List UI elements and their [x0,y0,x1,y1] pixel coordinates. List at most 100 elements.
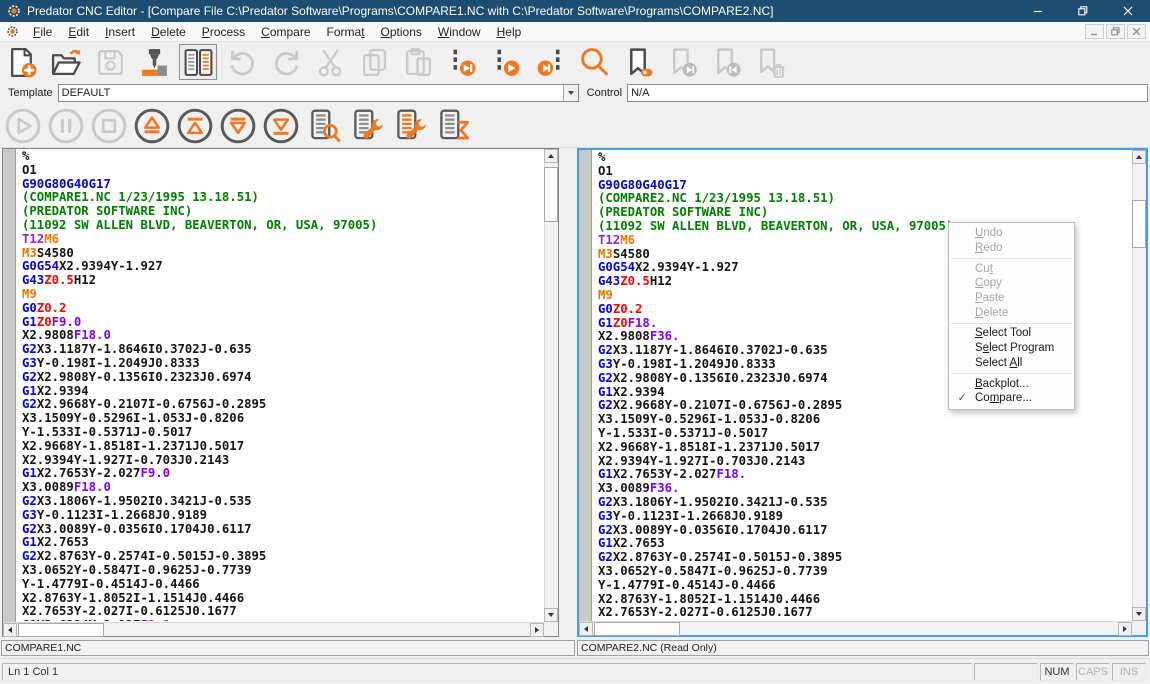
context-menu-item-select-program[interactable]: Select Program [949,341,1074,356]
menu-bar: FileEditInsertDeleteProcessCompareFormat… [0,22,1150,42]
scroll-right-button[interactable] [1118,622,1132,636]
context-menu-item-undo: Undo [949,226,1074,241]
first-difference-button[interactable] [132,106,172,146]
scrollbar-corner [544,622,558,636]
left-editor-pane[interactable]: %O1G90G80G40G17(COMPARE1.NC 1/23/1995 13… [2,148,559,637]
compare-statistics-button[interactable] [433,106,473,146]
context-menu-item-select-all[interactable]: Select All [949,356,1074,371]
find-difference-list-button[interactable] [304,106,344,146]
code-line: X2.9668Y-1.8518I-1.2371J0.5017 [22,440,543,454]
context-menu-item-select-tool[interactable]: Select Tool [949,326,1074,341]
code-line: X2.9394Y-1.927I-0.703J0.2143 [22,454,543,468]
code-line: G1X2.7653 [22,536,543,550]
menu-compare[interactable]: Compare [253,23,318,41]
right-vertical-scrollbar[interactable] [1132,150,1146,621]
mdi-restore-button[interactable] [1106,24,1125,39]
code-line: O1 [22,164,543,178]
code-line: G2X3.1187Y-1.8646I0.3702J-0.635 [22,343,543,357]
menu-format[interactable]: Format [319,23,373,41]
code-line: X3.0652Y-0.5847I-0.9625J-0.7739 [598,565,1131,579]
next-bookmark-button [663,44,701,80]
menu-process[interactable]: Process [194,23,253,41]
context-menu-item-label: Backplot... [975,378,1029,390]
code-line: M9 [22,288,543,302]
context-menu-item-label: Delete [975,307,1008,319]
left-code-area[interactable]: %O1G90G80G40G17(COMPARE1.NC 1/23/1995 13… [17,150,543,621]
mdi-close-button[interactable] [1127,24,1146,39]
goto-beginning-button[interactable] [443,44,481,80]
restore-button[interactable] [1060,0,1105,22]
code-line: G2X3.1806Y-1.9502I0.3421J-0.535 [22,495,543,509]
scroll-down-button[interactable] [1132,607,1146,621]
context-menu-item-label: Cut [975,263,993,275]
app-gear-icon [7,4,21,18]
right-file-setup-button[interactable] [390,106,430,146]
context-menu-item-copy: Copy [949,276,1074,291]
goto-cursor-button[interactable] [487,44,525,80]
right-pane-gutter [579,150,592,621]
scrollbar-corner [1132,621,1146,635]
status-indicator-caps: CAPS [1076,663,1110,681]
scroll-left-button[interactable] [3,623,17,637]
context-menu-item-compare[interactable]: ✓Compare... [949,391,1074,406]
left-vertical-scrollbar[interactable] [544,149,558,622]
toggle-bookmark-button[interactable] [619,44,657,80]
last-difference-button[interactable] [261,106,301,146]
code-line: (COMPARE2.NC 1/23/1995 13.18.51) [598,192,1131,206]
next-difference-button[interactable] [218,106,258,146]
code-line: (PREDATOR SOFTWARE INC) [22,205,543,219]
menu-file[interactable]: File [25,23,60,41]
menu-delete[interactable]: Delete [143,23,194,41]
scroll-thumb[interactable] [594,622,680,636]
mdi-minimize-button[interactable] [1085,24,1104,39]
context-menu-item-label: Redo [975,242,1003,254]
menu-help[interactable]: Help [489,23,530,41]
context-menu-item-label: Undo [975,227,1003,239]
code-line: T12M6 [22,233,543,247]
scroll-right-button[interactable] [530,623,544,637]
right-horizontal-scrollbar[interactable] [579,621,1132,635]
menu-options[interactable]: Options [373,23,430,41]
scroll-left-button[interactable] [579,622,593,636]
scroll-thumb[interactable] [544,167,558,222]
menu-insert[interactable]: Insert [97,23,143,41]
menu-window[interactable]: Window [430,23,489,41]
scroll-thumb[interactable] [1132,200,1146,248]
context-menu-item-label: Compare... [975,392,1032,404]
menu-edit[interactable]: Edit [60,23,97,41]
previous-difference-button[interactable] [175,106,215,146]
find-button[interactable] [575,44,613,80]
context-menu-item-backplot[interactable]: Backplot... [949,376,1074,391]
code-line: G1X2.7653 [598,537,1131,551]
backplot-button[interactable] [135,44,173,80]
left-horizontal-scrollbar[interactable] [3,622,544,636]
scroll-thumb[interactable] [18,623,104,637]
prev-bookmark-button [707,44,745,80]
code-line: X3.0089F36. [598,482,1131,496]
run-button [3,106,43,146]
close-button[interactable] [1105,0,1150,22]
template-dropdown[interactable]: DEFAULT [58,84,579,102]
open-file-button[interactable] [47,44,85,80]
control-field[interactable]: N/A [627,84,1148,102]
minimize-button[interactable] [1015,0,1060,22]
scroll-down-button[interactable] [544,608,558,622]
code-line: X2.9808F18.0 [22,329,543,343]
context-menu-separator [951,323,1072,324]
code-line: M3S4580 [22,247,543,261]
compare-button[interactable] [179,44,217,80]
code-line: % [22,150,543,164]
code-line: G1X2.7653Y-2.027F18. [598,468,1131,482]
code-line: % [598,151,1131,165]
left-file-setup-button[interactable] [347,106,387,146]
template-dropdown-arrow-icon[interactable] [563,85,578,101]
scroll-up-button[interactable] [544,149,558,163]
left-pane-gutter [3,149,16,622]
title-bar: Predator CNC Editor - [Compare File C:\P… [0,0,1150,22]
code-line: X2.8763Y-1.8052I-1.1514J0.4466 [598,593,1131,607]
code-line: G1X2.6224Y-2.127F9.0 [22,619,543,621]
status-blank-segment [974,663,1038,681]
new-file-button[interactable] [3,44,41,80]
goto-end-button[interactable] [531,44,569,80]
scroll-up-button[interactable] [1132,150,1146,164]
